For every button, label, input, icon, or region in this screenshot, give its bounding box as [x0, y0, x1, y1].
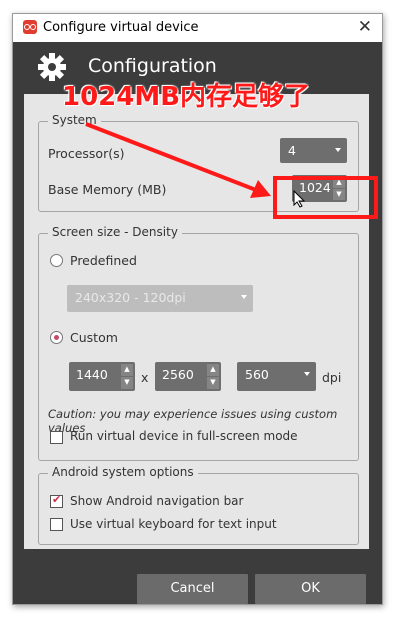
chevron-down-icon: [241, 295, 247, 299]
predefined-select: 240x320 - 120dpi: [67, 285, 253, 312]
mouse-cursor-icon: [293, 190, 305, 208]
predefined-label[interactable]: Predefined: [70, 253, 137, 268]
app-logo-icon: [23, 20, 37, 34]
navbar-checkbox[interactable]: [50, 493, 63, 508]
height-value: 2560: [162, 367, 194, 382]
cancel-button[interactable]: Cancel: [137, 574, 248, 604]
predefined-radio[interactable]: [50, 254, 63, 267]
arrow-annotation-icon: [85, 122, 271, 198]
dpi-value: 560: [245, 367, 269, 382]
spin-down-icon[interactable]: ▼: [207, 377, 219, 389]
dialog-body: System Processor(s) 4 Base Memory (MB) 1…: [13, 82, 382, 604]
window-title: Configure virtual device: [43, 20, 199, 35]
android-options-group: Android system options: [38, 465, 359, 545]
dialog-window: Configure virtual device ✕ Configuration: [12, 13, 383, 605]
ok-button[interactable]: OK: [255, 574, 366, 604]
predefined-value: 240x320 - 120dpi: [75, 290, 186, 305]
custom-label[interactable]: Custom: [70, 330, 118, 345]
dpi-select[interactable]: 560: [237, 362, 316, 391]
dpi-label: dpi: [322, 370, 342, 385]
height-spinbox[interactable]: 2560 ▲ ▼: [155, 362, 221, 391]
settings-panel: System Processor(s) 4 Base Memory (MB) 1…: [24, 82, 378, 549]
size-separator: x: [141, 370, 149, 385]
width-spinbox[interactable]: 1440 ▲ ▼: [69, 362, 135, 391]
title-bar[interactable]: Configure virtual device ✕: [13, 14, 382, 42]
close-icon[interactable]: ✕: [358, 17, 372, 37]
keyboard-label[interactable]: Use virtual keyboard for text input: [70, 517, 277, 531]
annotation-text: 1024MB内存足够了: [62, 82, 311, 112]
spin-up-icon[interactable]: ▲: [207, 364, 219, 376]
spin-up-icon[interactable]: ▲: [121, 364, 133, 376]
chevron-down-icon: [304, 372, 310, 376]
width-value: 1440: [76, 367, 108, 382]
keyboard-checkbox[interactable]: [50, 518, 63, 531]
fullscreen-checkbox[interactable]: [50, 431, 63, 444]
navbar-label[interactable]: Show Android navigation bar: [70, 494, 243, 508]
android-legend: Android system options: [48, 465, 198, 479]
custom-radio[interactable]: [50, 331, 63, 344]
screen-legend: Screen size - Density: [48, 225, 182, 239]
page-title: Configuration: [88, 55, 217, 77]
spin-down-icon[interactable]: ▼: [121, 377, 133, 389]
fullscreen-label[interactable]: Run virtual device in full-screen mode: [70, 429, 298, 443]
